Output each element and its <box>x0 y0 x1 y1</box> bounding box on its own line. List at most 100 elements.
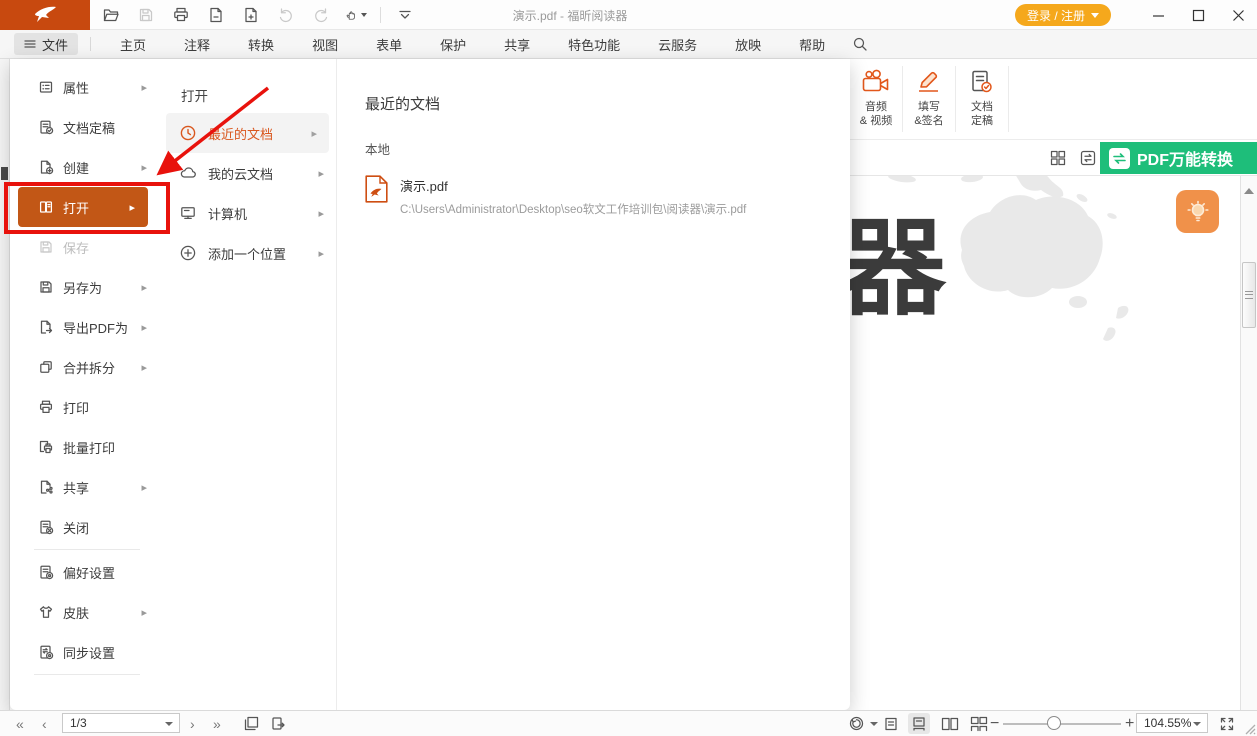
file-menu-item-close[interactable]: 关闭 <box>10 507 160 547</box>
recent-group-local: 本地 <box>365 139 850 158</box>
search-icon[interactable] <box>844 30 876 59</box>
submenu-arrow-icon: ▸ <box>141 361 147 374</box>
scroll-up-icon[interactable] <box>1244 188 1254 194</box>
view-mode-facing[interactable] <box>939 713 961 734</box>
submenu-arrow-icon: ▸ <box>141 606 147 619</box>
snapshot-icon[interactable] <box>243 711 260 736</box>
zoom-in-button[interactable]: + <box>1125 711 1134 736</box>
undo-icon <box>275 4 297 26</box>
tab-view[interactable]: 视图 <box>293 30 357 59</box>
zoom-out-button[interactable]: − <box>990 711 999 736</box>
submenu-arrow-icon: ▸ <box>141 281 147 294</box>
grid-view-icon[interactable] <box>1048 148 1068 168</box>
file-menu-item-doc-finalize[interactable]: 文档定稿 <box>10 107 160 147</box>
chevron-down-icon <box>1091 13 1099 18</box>
tab-help[interactable]: 帮助 <box>780 30 844 59</box>
first-page-button[interactable]: « <box>16 711 24 736</box>
file-menu-item-merge-split[interactable]: 合并拆分▸ <box>10 347 160 387</box>
menubar: 文件 主页 注释 转换 视图 表单 保护 共享 特色功能 云服务 放映 帮助 <box>0 30 1257 59</box>
sync-settings-icon <box>38 644 54 660</box>
rotate-view-button[interactable] <box>848 711 878 736</box>
tab-file[interactable]: 文件 <box>14 33 78 55</box>
create-document-icon <box>38 159 54 175</box>
view-mode-single-page[interactable] <box>880 713 902 734</box>
document-page[interactable]: 器 <box>850 176 1257 710</box>
file-menu-item-open[interactable]: 打开▸ <box>18 187 148 227</box>
recent-file-row[interactable]: 演示.pdf C:\Users\Administrator\Desktop\se… <box>365 175 805 217</box>
pdf-convert-button[interactable]: PDF万能转换 <box>1100 142 1257 174</box>
resize-grip[interactable] <box>1242 721 1256 735</box>
file-menu-item-properties[interactable]: 属性▸ <box>10 67 160 107</box>
tab-convert[interactable]: 转换 <box>229 30 293 59</box>
login-register-button[interactable]: 登录 / 注册 <box>1015 4 1111 26</box>
fill-sign-button[interactable]: 填写&签名 <box>903 61 955 139</box>
submenu-arrow-icon: ▸ <box>141 481 147 494</box>
audio-video-button[interactable]: 音频& 视频 <box>850 61 902 139</box>
pencil-icon <box>915 69 943 95</box>
zoom-slider-thumb[interactable] <box>1047 716 1061 730</box>
tab-protect[interactable]: 保护 <box>421 30 485 59</box>
convert-arrows-icon <box>1109 148 1130 169</box>
cloud-icon <box>179 164 197 182</box>
zoom-combobox[interactable]: 104.55% <box>1136 713 1208 733</box>
save-icon <box>135 4 157 26</box>
export-pdf-icon <box>38 319 54 335</box>
open-item-add-place[interactable]: 添加一个位置▸ <box>160 233 336 273</box>
file-menu-item-create[interactable]: 创建▸ <box>10 147 160 187</box>
share-icon <box>38 479 54 495</box>
doc-finalize-label: 文档 <box>971 100 993 114</box>
page-number-combobox[interactable]: 1/3 <box>62 713 180 733</box>
file-menu-item-print[interactable]: 打印 <box>10 387 160 427</box>
view-mode-continuous[interactable] <box>908 713 930 734</box>
fullscreen-button[interactable] <box>1219 711 1235 736</box>
menubar-separator <box>90 37 91 51</box>
remove-page-icon[interactable] <box>205 4 227 26</box>
last-page-button[interactable]: » <box>213 711 221 736</box>
recent-file-name: 演示.pdf <box>400 175 746 195</box>
prev-page-button[interactable]: ‹ <box>42 711 47 736</box>
file-menu-item-share[interactable]: 共享▸ <box>10 467 160 507</box>
zoom-slider[interactable] <box>1003 723 1121 725</box>
hand-tool-icon[interactable] <box>345 4 367 26</box>
clipboard-icon <box>270 711 287 736</box>
tab-slideshow[interactable]: 放映 <box>716 30 780 59</box>
tab-cloud[interactable]: 云服务 <box>639 30 716 59</box>
print-icon[interactable] <box>170 4 192 26</box>
tab-home[interactable]: 主页 <box>101 30 165 59</box>
file-menu-item-preferences[interactable]: 偏好设置 <box>10 552 160 592</box>
doc-finalize-icon <box>38 119 54 135</box>
add-place-icon <box>179 244 197 262</box>
login-label: 登录 / 注册 <box>1027 7 1085 24</box>
open-item-recent-documents[interactable]: 最近的文档▸ <box>166 113 329 153</box>
maximize-button[interactable] <box>1185 2 1211 28</box>
file-menu-item-sync-settings[interactable]: 同步设置 <box>10 632 160 672</box>
close-button[interactable] <box>1225 2 1251 28</box>
doc-finalize-button[interactable]: 文档定稿 <box>956 61 1008 139</box>
next-page-button[interactable]: › <box>190 711 195 736</box>
view-mode-facing-continuous[interactable] <box>968 713 990 734</box>
tab-comment[interactable]: 注释 <box>165 30 229 59</box>
tab-share[interactable]: 共享 <box>485 30 549 59</box>
open-book-icon <box>38 199 54 215</box>
close-document-icon <box>38 519 54 535</box>
new-document-icon[interactable] <box>240 4 262 26</box>
tab-form[interactable]: 表单 <box>357 30 421 59</box>
vertical-scrollbar[interactable] <box>1240 176 1257 710</box>
tab-features[interactable]: 特色功能 <box>549 30 639 59</box>
open-folder-icon[interactable] <box>100 4 122 26</box>
open-item-computer[interactable]: 计算机▸ <box>160 193 336 233</box>
helper-lightbulb-button[interactable] <box>1176 190 1219 233</box>
file-menu-item-skin[interactable]: 皮肤▸ <box>10 592 160 632</box>
scrollbar-thumb[interactable] <box>1242 262 1256 328</box>
open-item-cloud-documents[interactable]: 我的云文档▸ <box>160 153 336 193</box>
file-menu-item-save-as[interactable]: 另存为▸ <box>10 267 160 307</box>
foxit-bird-icon <box>32 5 58 25</box>
submenu-arrow-icon: ▸ <box>318 247 324 260</box>
file-menu-item-export-pdf[interactable]: 导出PDF为▸ <box>10 307 160 347</box>
preferences-icon <box>38 564 54 580</box>
window-controls <box>1145 0 1251 30</box>
swap-view-icon[interactable] <box>1078 148 1098 168</box>
nav-panel-strip <box>0 59 10 710</box>
minimize-button[interactable] <box>1145 2 1171 28</box>
file-menu-item-batch-print[interactable]: 批量打印 <box>10 427 160 467</box>
